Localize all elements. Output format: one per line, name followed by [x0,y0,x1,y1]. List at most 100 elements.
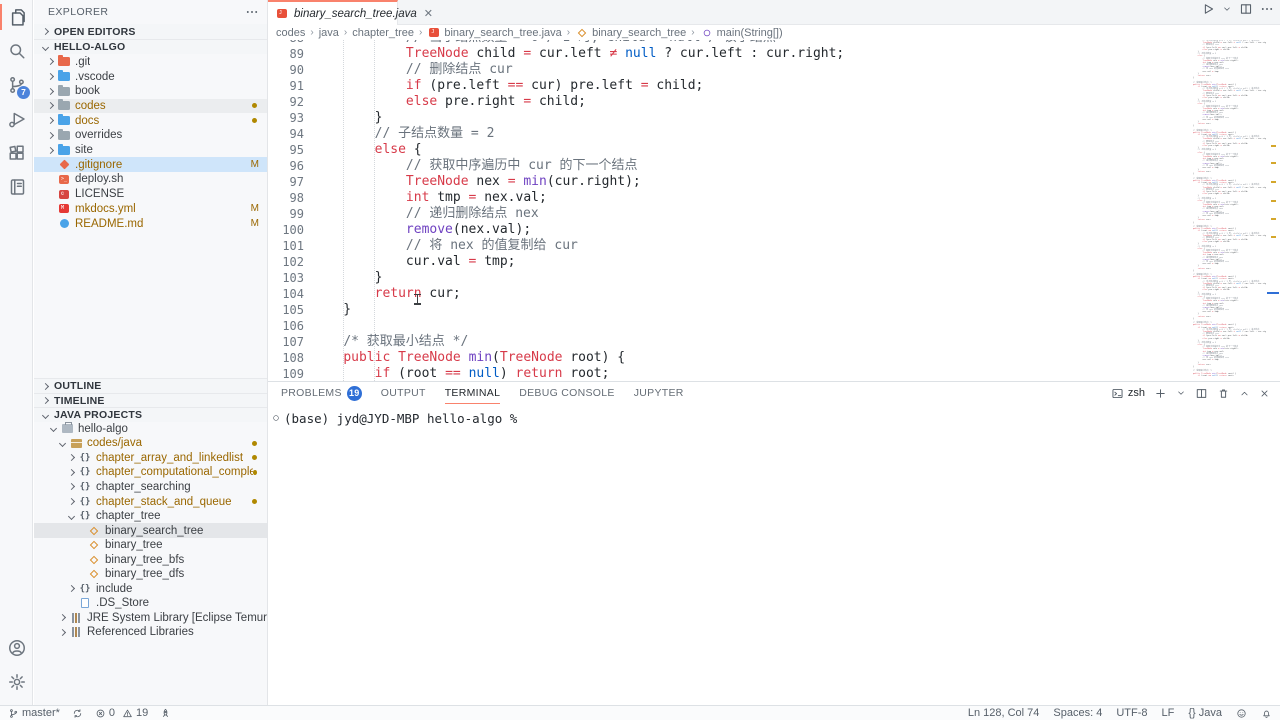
maximize-panel-icon[interactable] [1239,388,1250,399]
activity-notebook[interactable] [0,170,33,204]
explorer-more-actions-icon[interactable] [245,5,259,19]
tree-item-binary-search-tree[interactable]: binary_search_tree [34,523,268,538]
tree-item-referenced-libraries[interactable]: Referenced Libraries [34,625,268,640]
tab-binary-search-tree[interactable]: J binary_search_tree.java ✕ [268,0,398,25]
tree-item-include[interactable]: {}include [34,582,268,597]
tree-item-codes[interactable]: codes [34,99,268,114]
code-line[interactable]: 95 else { [268,142,1280,158]
activity-explorer[interactable] [0,0,33,34]
status-branch[interactable]: master* [8,707,60,719]
breadcrumb-item-codes[interactable]: codes [276,27,305,39]
code-line[interactable]: 92 else pre.right = child; [268,94,1280,110]
code-line[interactable]: 90 // 删除结点 cur [268,62,1280,78]
tree-item-vscode[interactable]: .vscode [34,69,268,84]
account-button[interactable] [0,631,33,665]
code-line[interactable]: 100 remove(nex.val); [268,222,1280,238]
code-line[interactable]: 105 } [268,302,1280,318]
breadcrumb-item-binary-search-tree-java[interactable]: Jbinary_search_tree.java [427,27,561,39]
code-line[interactable]: 103 } [268,270,1280,286]
tree-item-gitignore[interactable]: .gitignoreM [34,157,268,172]
tree-item-docs[interactable]: docs [34,113,268,128]
status-indentation[interactable]: Spaces: 4 [1053,707,1102,719]
status-cursor-position[interactable]: Ln 128, Col 74 [968,707,1040,719]
panel-tab-terminal[interactable]: TERMINAL [445,382,501,404]
terminal[interactable]: (base) jyd@JYD-MBP hello-algo % [268,408,1280,705]
tree-item-site[interactable]: site [34,143,268,158]
open-editors-header[interactable]: OPEN EDITORS [34,24,267,39]
more-actions-icon[interactable] [1260,2,1274,16]
settings-button[interactable] [0,665,33,699]
code-line[interactable]: 107 /* 获取最小结点 */ [268,334,1280,350]
tree-item-git[interactable]: .git [34,55,268,70]
java-projects-header[interactable]: JAVA PROJECTS [34,407,267,422]
tree-item-binary-tree-dfs[interactable]: binary_tree_dfs [34,567,268,582]
run-dropdown-icon[interactable] [1222,4,1232,14]
tree-item-chapter-computational-complexity[interactable]: {}chapter_computational_complexity [34,465,268,480]
activity-source-control[interactable]: 7 [0,68,33,102]
close-panel-icon[interactable] [1259,388,1270,399]
breadcrumb-item-binary-search-tree[interactable]: binary_search_tree [575,27,686,39]
status-encoding[interactable]: UTF-8 [1116,707,1147,719]
workspace-root-header[interactable]: HELLO-ALGO [34,39,267,54]
code-line[interactable]: 91 if (pre.left == cur) pre.left = child… [268,78,1280,94]
status-language-mode[interactable]: {} Java [1188,707,1222,719]
code-line[interactable]: 89 TreeNode child = cur.left ≠ null ? cu… [268,46,1280,62]
split-terminal-icon[interactable] [1195,387,1208,400]
tree-item-overrides[interactable]: overrides [34,128,268,143]
code-line[interactable]: 97 TreeNode nex = min(cur.right); [268,174,1280,190]
code-line[interactable]: 101 // 将 nex 的值复制给 cur [268,238,1280,254]
split-editor-icon[interactable] [1239,2,1253,16]
code-line[interactable]: 104 return cur; [268,286,1280,302]
terminal-dropdown-icon[interactable] [1176,388,1186,398]
activity-run-debug[interactable] [0,102,33,136]
code-line[interactable]: 109 if (root == null) return root; [268,366,1280,381]
status-problems[interactable]: 019 [95,707,148,719]
tree-item-readme-md[interactable]: README.mdM [34,216,268,231]
code-line[interactable]: 102 cur.val = tmp; [268,254,1280,270]
timeline-header[interactable]: TIMELINE [34,393,267,408]
tree-item-deploy-sh[interactable]: >_deploy.sh [34,172,268,187]
tree-item-binary-tree-bfs[interactable]: binary_tree_bfs [34,552,268,567]
panel-tab-output[interactable]: OUTPUT [381,382,426,404]
panel-tab-problems[interactable]: PROBLEMS19 [281,382,362,404]
code-line[interactable]: 94 // 子结点数量 = 2 [268,126,1280,142]
new-terminal-icon[interactable] [1154,387,1167,400]
terminal-shell-picker[interactable]: zsh [1111,387,1145,400]
breadcrumb-item-main-string[interactable]: main(String[]) [700,27,783,39]
breadcrumb-item-java[interactable]: java [319,27,339,39]
panel-tab-jupyter[interactable]: JUPYTER [634,382,684,404]
tree-item-mkdocs-yml[interactable]: Mmkdocs.ymlM [34,202,268,217]
tree-item-book[interactable]: book [34,84,268,99]
code-line[interactable]: 96 // 获取中序遍历中 cur 的下一个结点 [268,158,1280,174]
tree-item-chapter-array-and-linkedlist[interactable]: {}chapter_array_and_linkedlist [34,451,268,466]
tree-item-binary-tree[interactable]: binary_tree [34,538,268,553]
outline-header[interactable]: OUTLINE [34,378,267,393]
tree-item-chapter-searching[interactable]: {}chapter_searching [34,480,268,495]
status-rocket[interactable] [160,708,171,719]
kill-terminal-icon[interactable] [1217,387,1230,400]
tree-item-ds-store[interactable]: .DS_Store [34,596,268,611]
tree-item-chapter-tree[interactable]: {}chapter_tree [34,509,268,524]
code-line[interactable]: 108 public TreeNode min(TreeNode root) { [268,350,1280,366]
status-sync[interactable] [72,708,83,719]
code-line[interactable]: 99 // 递归删除结点 nex [268,206,1280,222]
status-smiley[interactable] [1236,708,1247,719]
status-bell[interactable] [1261,708,1272,719]
panel-tab-debug-console[interactable]: DEBUG CONSOLE [519,382,615,404]
code-editor[interactable]: 88 // 当子结点数量 = 0 / 1 时, child = null / 该… [268,40,1280,381]
tree-item-chapter-stack-and-queue[interactable]: {}chapter_stack_and_queue [34,494,268,509]
minimap[interactable]: // 当子结点数量 = 0 / 1 时, child = null / 该子结点… [1188,40,1266,381]
tree-item-license[interactable]: ©LICENSE [34,187,268,202]
activity-extensions[interactable] [0,136,33,170]
code-line[interactable]: 98 int tmp = nex.val; [268,190,1280,206]
tree-item-codes-java[interactable]: codes/java [34,436,268,451]
activity-search[interactable] [0,34,33,68]
code-line[interactable]: 93 } [268,110,1280,126]
tree-item-hello-algo[interactable]: hello-algo [34,422,268,437]
breadcrumb-item-chapter-tree[interactable]: chapter_tree [352,27,414,39]
tab-close-icon[interactable]: ✕ [424,7,433,20]
tree-item-jre-system-library-eclipse-temurin-17-17[interactable]: JRE System Library [Eclipse Temurin 17 [… [34,611,268,626]
code-line[interactable]: 106 [268,318,1280,334]
run-button[interactable] [1201,2,1215,16]
status-eol[interactable]: LF [1162,707,1175,719]
